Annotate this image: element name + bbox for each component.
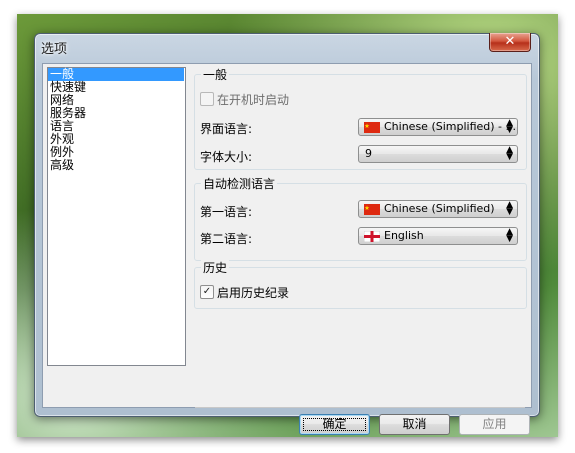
window-title: 选项 xyxy=(41,42,68,57)
ok-button[interactable]: 确定 xyxy=(299,414,370,435)
second-language-value: English xyxy=(384,229,424,242)
first-language-select[interactable]: Chinese (Simplified) ▲ ▼ xyxy=(358,200,518,218)
auto-detect-group: 自动检测语言 第一语言: Chinese (Simplified) ▲ ▼ 第二语… xyxy=(194,175,527,261)
updown-arrow-icon: ▲ ▼ xyxy=(506,227,513,244)
general-group: 一般 在开机时启动 界面语言: Chinese (Simplified) - .… xyxy=(194,66,527,170)
second-language-label: 第二语言: xyxy=(200,232,253,246)
check-icon: ✓ xyxy=(202,286,212,297)
china-flag-icon xyxy=(364,122,380,133)
startup-checkbox[interactable] xyxy=(200,92,214,106)
updown-arrow-icon: ▲ ▼ xyxy=(506,200,513,217)
history-label: 启用历史纪录 xyxy=(217,286,290,300)
font-size-value: 9 xyxy=(365,147,372,160)
font-size-select[interactable]: 9 ▲ ▼ xyxy=(358,145,518,163)
sidebar-item-advanced[interactable]: 高级 xyxy=(48,159,185,172)
first-language-label: 第一语言: xyxy=(200,205,253,219)
apply-button[interactable]: 应用 xyxy=(459,414,530,435)
ui-language-value: Chinese (Simplified) - ... xyxy=(384,120,517,133)
close-button[interactable]: ✕ xyxy=(489,33,531,52)
history-group: 历史 ✓ 启用历史纪录 xyxy=(194,259,527,309)
ui-language-label: 界面语言: xyxy=(200,122,253,136)
updown-arrow-icon: ▲ ▼ xyxy=(506,145,513,162)
history-checkbox[interactable]: ✓ xyxy=(200,285,214,299)
dialog-client-area: 一般 快速键 网络 服务器 语言 外观 例外 高级 一般 在开机时启动 界面语言… xyxy=(42,63,532,435)
first-language-value: Chinese (Simplified) xyxy=(384,202,495,215)
options-dialog: 选项 ✕ 一般 快速键 网络 服务器 语言 外观 例外 高级 一般 在开机时启动… xyxy=(34,33,540,435)
cancel-button[interactable]: 取消 xyxy=(379,414,450,435)
cancel-button-label: 取消 xyxy=(402,417,427,431)
england-flag-icon xyxy=(364,231,380,242)
category-list[interactable]: 一般 快速键 网络 服务器 语言 外观 例外 高级 xyxy=(47,67,186,366)
apply-button-label: 应用 xyxy=(482,417,507,431)
font-size-label: 字体大小: xyxy=(200,150,253,164)
auto-detect-group-title: 自动检测语言 xyxy=(201,175,278,192)
startup-label: 在开机时启动 xyxy=(217,93,290,107)
general-group-title: 一般 xyxy=(201,66,230,83)
china-flag-icon xyxy=(364,204,380,215)
footer-divider xyxy=(195,407,525,408)
second-language-select[interactable]: English ▲ ▼ xyxy=(358,227,518,245)
ui-language-select[interactable]: Chinese (Simplified) - ... ▲ ▼ xyxy=(358,118,518,136)
history-group-title: 历史 xyxy=(201,259,230,276)
updown-arrow-icon: ▲ ▼ xyxy=(506,118,513,135)
focus-rectangle xyxy=(303,418,366,431)
